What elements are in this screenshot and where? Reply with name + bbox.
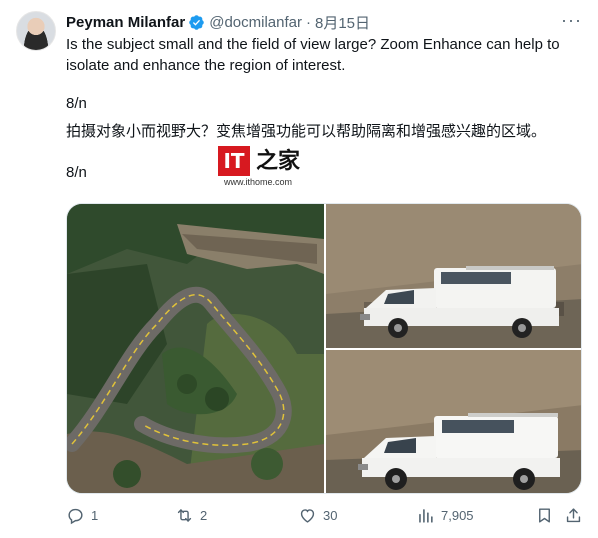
- view-count: 7,905: [441, 508, 474, 523]
- analytics-icon: [419, 509, 433, 523]
- author-handle[interactable]: @docmilanfar: [209, 14, 302, 31]
- retweet-icon: [177, 509, 192, 522]
- bookmark-icon: [539, 508, 550, 523]
- truck-image-original[interactable]: [326, 204, 581, 348]
- ithome-logo: IT: [218, 146, 250, 176]
- tweet-counter-zh: 8/n: [66, 164, 87, 181]
- ithome-watermark: IT 之家 www.ithome.com: [218, 146, 300, 188]
- tweet-counter-en: 8/n: [66, 95, 87, 112]
- reply-button[interactable]: 1: [66, 506, 98, 525]
- tweet-actions: 1 2 30 7,905: [66, 506, 582, 528]
- retweet-count: 2: [200, 508, 208, 523]
- header-separator: ·: [305, 13, 311, 31]
- tweet-header: Peyman Milanfar @docmilanfar · 8月15日 ···: [66, 11, 582, 33]
- ithome-logo-cn: 之家: [256, 148, 301, 173]
- ithome-url: www.ithome.com: [224, 177, 293, 187]
- tweet-media-grid: [66, 203, 582, 494]
- tweet-paragraph-en: Is the subject small and the field of vi…: [66, 36, 560, 74]
- bookmark-button[interactable]: [535, 506, 554, 525]
- truck-image-enhanced[interactable]: [326, 350, 581, 493]
- views-button[interactable]: 7,905: [416, 506, 474, 525]
- more-options-icon[interactable]: ···: [561, 11, 582, 29]
- reply-count: 1: [91, 508, 99, 523]
- retweet-button[interactable]: 2: [175, 506, 207, 525]
- winding-road-image[interactable]: [67, 204, 324, 493]
- heart-icon: [300, 509, 315, 523]
- share-button[interactable]: [564, 506, 583, 525]
- like-count: 30: [323, 508, 338, 523]
- share-icon: [566, 508, 581, 523]
- reply-icon: [68, 508, 83, 525]
- author-name[interactable]: Peyman Milanfar: [66, 14, 185, 31]
- like-button[interactable]: 30: [298, 506, 337, 525]
- tweet-date[interactable]: 8月15日: [315, 12, 370, 33]
- verified-badge-icon: [188, 14, 205, 31]
- tweet-paragraph-zh: 拍摄对象小而视野大？变焦增强功能可以帮助隔离和增强感兴趣的区域。: [66, 123, 547, 140]
- author-avatar[interactable]: [16, 11, 56, 51]
